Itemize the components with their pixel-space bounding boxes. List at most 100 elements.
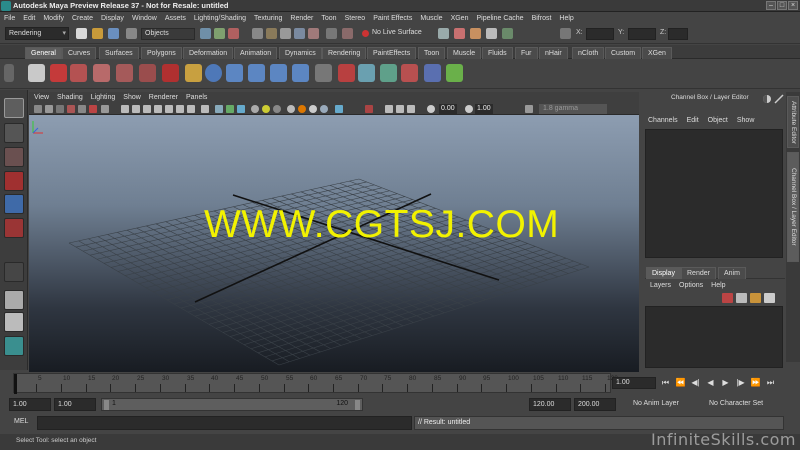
current-time-marker[interactable] (14, 374, 17, 394)
wireframe-icon[interactable] (201, 105, 209, 113)
history-icon[interactable] (326, 28, 337, 39)
object-mode-icon[interactable] (214, 28, 225, 39)
exposure-field[interactable]: 0.00 (439, 104, 457, 114)
channel-box-menu-edit[interactable]: Edit (687, 117, 699, 124)
2d-pan-zoom-icon[interactable] (78, 105, 86, 113)
scale-tool-icon[interactable] (4, 218, 24, 238)
tab-render-layers[interactable]: Render (681, 267, 716, 279)
hierarchy-mode-icon[interactable] (200, 28, 211, 39)
z-field[interactable] (668, 28, 688, 40)
snap-surface-icon[interactable] (308, 28, 319, 39)
paint-select-tool-icon[interactable] (4, 147, 24, 167)
tab-animation[interactable]: Animation (234, 47, 278, 59)
menu-create[interactable]: Create (72, 15, 93, 22)
save-scene-icon[interactable] (108, 28, 119, 39)
layer-menu-layers[interactable]: Layers (650, 282, 671, 289)
single-pane-icon[interactable] (4, 290, 24, 310)
y-field[interactable] (628, 28, 656, 40)
menu-stereo[interactable]: Stereo (345, 15, 366, 22)
isolate-select-icon[interactable] (335, 105, 343, 113)
viewport-menu-show[interactable]: Show (123, 94, 141, 101)
new-empty-layer-icon[interactable] (750, 293, 761, 303)
ipr-render-icon[interactable] (93, 64, 110, 82)
menu-help[interactable]: Help (559, 15, 573, 22)
move-icon[interactable] (446, 64, 463, 82)
tab-muscle[interactable]: Muscle (447, 47, 482, 59)
absolute-transform-icon[interactable] (560, 28, 571, 39)
tab-surfaces[interactable]: Surfaces (99, 47, 139, 59)
depth-of-field-icon[interactable] (320, 105, 328, 113)
light-icon[interactable] (185, 64, 202, 82)
component-mode-icon[interactable] (228, 28, 239, 39)
move-layer-up-icon[interactable] (722, 293, 733, 303)
grid-toggle-icon[interactable] (101, 105, 109, 113)
tab-dynamics[interactable]: Dynamics (279, 47, 322, 59)
shelf-menu-icon[interactable] (4, 64, 14, 82)
film-gate-icon[interactable] (121, 105, 129, 113)
perspective-viewport[interactable]: WWW.CGTSJ.COM (29, 115, 639, 372)
open-scene-icon[interactable] (92, 28, 103, 39)
move-tool-icon[interactable] (4, 171, 24, 191)
grid-icon[interactable] (187, 105, 195, 113)
play-back-icon[interactable]: ◀ (705, 378, 716, 388)
menu-paint-effects[interactable]: Paint Effects (373, 15, 412, 22)
last-tool-icon[interactable] (4, 262, 24, 282)
ipr-render-icon[interactable] (470, 28, 481, 39)
paint-icon[interactable] (338, 64, 355, 82)
channel-box-panel[interactable] (645, 129, 783, 258)
render-view-icon[interactable] (315, 64, 332, 82)
tab-deformation[interactable]: Deformation (183, 47, 234, 59)
tab-fur[interactable]: Fur (515, 47, 538, 59)
motion-blur-icon[interactable] (298, 105, 306, 113)
render-current-icon[interactable] (454, 28, 465, 39)
render-layer-icon[interactable] (226, 64, 243, 82)
textured-icon[interactable] (237, 105, 245, 113)
menu-pipeline-cache[interactable]: Pipeline Cache (476, 15, 523, 22)
tab-curves[interactable]: Curves (62, 47, 97, 59)
x-field[interactable] (586, 28, 614, 40)
snap-point-icon[interactable] (280, 28, 291, 39)
menu-bifrost[interactable]: Bifrost (532, 15, 552, 22)
render-icon[interactable] (70, 64, 87, 82)
anti-aliasing-icon[interactable] (309, 105, 317, 113)
viewport-menu-shading[interactable]: Shading (57, 94, 83, 101)
selection-mode-field[interactable]: Objects (141, 28, 195, 40)
close-icon[interactable]: × (788, 1, 798, 10)
move-layer-down-icon[interactable] (736, 293, 747, 303)
viewport-menu-lighting[interactable]: Lighting (91, 94, 116, 101)
use-all-lights-icon[interactable] (262, 105, 270, 113)
paint-brush-icon[interactable] (401, 64, 418, 82)
step-forward-frame-icon[interactable]: |▶ (735, 378, 746, 388)
tab-general[interactable]: General (25, 47, 62, 59)
tab-nhair[interactable]: nHair (539, 47, 568, 59)
command-input[interactable] (37, 416, 412, 430)
grease-pencil-icon[interactable] (89, 105, 97, 113)
menu-set-dropdown[interactable]: Rendering ▾ (5, 27, 69, 40)
select-tool-icon[interactable] (4, 98, 24, 118)
render-settings-icon[interactable] (486, 28, 497, 39)
render-layer-icon[interactable] (292, 64, 309, 82)
transform-icon[interactable] (424, 64, 441, 82)
gamma-field[interactable]: 1.00 (475, 104, 493, 114)
step-back-key-icon[interactable]: ⏪ (675, 378, 686, 388)
ambient-occlusion-icon[interactable] (287, 105, 295, 113)
maximize-icon[interactable]: □ (777, 1, 787, 10)
range-end-handle[interactable] (355, 400, 360, 410)
shader-icon[interactable] (358, 64, 375, 82)
menu-modify[interactable]: Modify (43, 15, 64, 22)
menu-muscle[interactable]: Muscle (420, 15, 442, 22)
persp-outliner-icon[interactable] (4, 336, 24, 356)
layer-list-panel[interactable] (645, 306, 783, 368)
playback-start-field[interactable]: 1.00 (54, 398, 96, 411)
time-slider-track[interactable]: 5 10 15 20 25 30 35 40 45 50 55 60 65 70 75 80 85 90 95 100… (13, 373, 618, 394)
snap-plane-icon[interactable] (294, 28, 305, 39)
render-view-icon[interactable] (438, 28, 449, 39)
render-frame-icon[interactable] (342, 28, 353, 39)
tab-anim-layers[interactable]: Anim (718, 267, 746, 279)
color-management-icon[interactable] (525, 105, 533, 113)
sphere-icon[interactable] (205, 64, 222, 82)
xray-joints-icon[interactable] (385, 105, 393, 113)
smooth-shade-icon[interactable] (215, 105, 223, 113)
render-view-icon[interactable] (28, 64, 45, 82)
four-pane-icon[interactable] (4, 312, 24, 332)
